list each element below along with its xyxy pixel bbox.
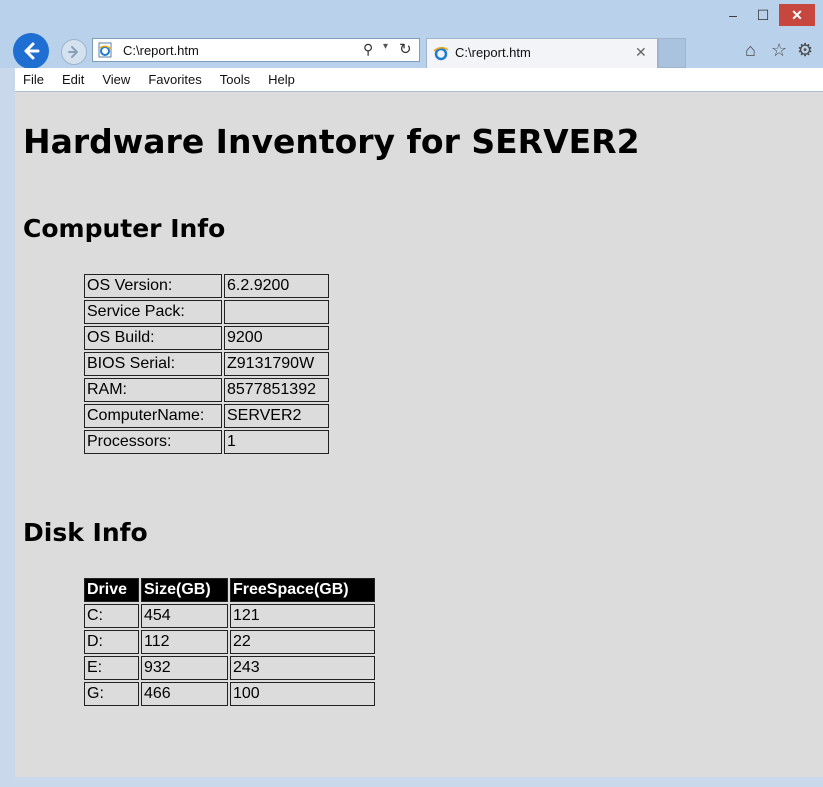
table-row: C: 454 121 [84, 604, 375, 628]
cell-drive: C: [84, 604, 139, 628]
table-row: E: 932 243 [84, 656, 375, 680]
computer-info-table: OS Version: 6.2.9200 Service Pack: OS Bu… [82, 272, 331, 456]
column-header: FreeSpace(GB) [230, 578, 375, 602]
row-value: Z9131790W [224, 352, 329, 376]
row-label: OS Build: [84, 326, 222, 350]
refresh-icon[interactable]: ↻ [399, 40, 412, 58]
address-bar[interactable]: C:\report.htm ⚲ ▾ ↻ [92, 38, 420, 62]
menu-favorites[interactable]: Favorites [148, 72, 201, 87]
cell-size: 466 [141, 682, 228, 706]
cell-size: 112 [141, 630, 228, 654]
menu-bar: File Edit View Favorites Tools Help [15, 68, 823, 92]
cell-free: 22 [230, 630, 375, 654]
computer-info-heading: Computer Info [23, 214, 226, 243]
row-label: Service Pack: [84, 300, 222, 324]
disk-info-table: Drive Size(GB) FreeSpace(GB) C: 454 121 … [82, 576, 377, 708]
browser-window: – ☐ ✕ C:\report.htm ⚲ ▾ ↻ C:\report.htm … [0, 0, 823, 787]
row-label: ComputerName: [84, 404, 222, 428]
row-value: 8577851392 [224, 378, 329, 402]
table-row: OS Build: 9200 [84, 326, 329, 350]
menu-file[interactable]: File [23, 72, 44, 87]
cell-size: 454 [141, 604, 228, 628]
row-value: SERVER2 [224, 404, 329, 428]
page-title: Hardware Inventory for SERVER2 [23, 122, 640, 161]
ie-page-icon [98, 42, 112, 58]
table-row: ComputerName: SERVER2 [84, 404, 329, 428]
cell-free: 243 [230, 656, 375, 680]
table-row: Service Pack: [84, 300, 329, 324]
table-row: G: 466 100 [84, 682, 375, 706]
title-bar: – ☐ ✕ [0, 0, 823, 34]
chevron-down-icon[interactable]: ▾ [383, 41, 388, 52]
cell-drive: E: [84, 656, 139, 680]
menu-edit[interactable]: Edit [62, 72, 84, 87]
home-icon[interactable]: ⌂ [745, 40, 756, 61]
disk-info-heading: Disk Info [23, 518, 148, 547]
menu-view[interactable]: View [102, 72, 130, 87]
row-label: OS Version: [84, 274, 222, 298]
minimize-button[interactable]: – [720, 4, 746, 26]
forward-arrow-icon [68, 46, 78, 58]
tab-report[interactable]: C:\report.htm ✕ [426, 38, 658, 68]
row-value: 9200 [224, 326, 329, 350]
table-row: OS Version: 6.2.9200 [84, 274, 329, 298]
window-bottom-border [15, 777, 823, 787]
close-button[interactable]: ✕ [779, 4, 815, 26]
cell-drive: G: [84, 682, 139, 706]
table-row: Processors: 1 [84, 430, 329, 454]
row-value: 6.2.9200 [224, 274, 329, 298]
row-label: BIOS Serial: [84, 352, 222, 376]
ie-logo-icon [433, 46, 449, 61]
row-label: RAM: [84, 378, 222, 402]
row-value: 1 [224, 430, 329, 454]
table-row: D: 112 22 [84, 630, 375, 654]
tab-label: C:\report.htm [455, 45, 531, 60]
table-row: RAM: 8577851392 [84, 378, 329, 402]
menu-tools[interactable]: Tools [220, 72, 250, 87]
column-header: Size(GB) [141, 578, 228, 602]
row-label: Processors: [84, 430, 222, 454]
cell-free: 100 [230, 682, 375, 706]
new-tab-button[interactable] [658, 38, 686, 68]
favorites-star-icon[interactable]: ☆ [771, 40, 787, 61]
page-content: Hardware Inventory for SERVER2 Computer … [15, 92, 823, 777]
forward-button[interactable] [61, 39, 87, 65]
gear-icon[interactable]: ⚙ [797, 40, 813, 61]
row-value [224, 300, 329, 324]
cell-size: 932 [141, 656, 228, 680]
maximize-button[interactable]: ☐ [750, 4, 776, 26]
column-header: Drive [84, 578, 139, 602]
search-icon[interactable]: ⚲ [363, 41, 373, 58]
back-arrow-icon [24, 42, 40, 60]
tab-close-icon[interactable]: ✕ [635, 44, 647, 61]
table-row: BIOS Serial: Z9131790W [84, 352, 329, 376]
menu-help[interactable]: Help [268, 72, 295, 87]
cell-free: 121 [230, 604, 375, 628]
back-button[interactable] [13, 33, 49, 69]
table-header-row: Drive Size(GB) FreeSpace(GB) [84, 578, 375, 602]
address-text[interactable]: C:\report.htm [123, 43, 199, 58]
cell-drive: D: [84, 630, 139, 654]
